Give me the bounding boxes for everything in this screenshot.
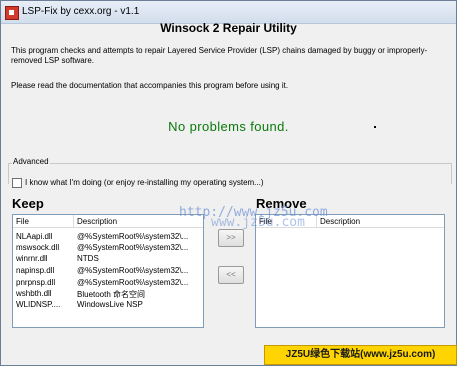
table-row[interactable]: wshbth.dll Bluetooth 命名空间: [13, 288, 203, 299]
row-file: WLIDNSP....: [16, 300, 61, 309]
row-file: winrnr.dll: [16, 254, 48, 263]
keep-heading: Keep: [12, 196, 44, 211]
row-description: NTDS: [77, 254, 99, 263]
column-separator[interactable]: [73, 215, 74, 227]
move-to-remove-button[interactable]: >>: [218, 229, 244, 247]
row-description: @%SystemRoot%\system32\...: [77, 232, 189, 241]
row-description: @%SystemRoot%\system32\...: [77, 278, 189, 287]
advanced-checkbox-label[interactable]: I know what I'm doing (or enjoy re-insta…: [25, 178, 264, 187]
app-icon: [5, 6, 19, 20]
row-file: pnrpnsp.dll: [16, 278, 56, 287]
mouse-cursor: [374, 126, 376, 128]
window-title: LSP-Fix by cexx.org - v1.1: [22, 6, 140, 17]
keep-col-description[interactable]: Description: [77, 217, 117, 226]
advanced-label: Advanced: [12, 157, 50, 166]
keep-list-header: File Description: [13, 215, 203, 228]
row-file: mswsock.dll: [16, 243, 60, 252]
row-description: WindowsLive NSP: [77, 300, 143, 309]
app-description: This program checks and attempts to repa…: [11, 46, 428, 65]
table-row[interactable]: winrnr.dll NTDS: [13, 253, 203, 264]
table-row[interactable]: WLIDNSP.... WindowsLive NSP: [13, 299, 203, 310]
remove-list[interactable]: File Description: [255, 214, 445, 328]
documentation-note: Please read the documentation that accom…: [11, 81, 289, 90]
app-heading: Winsock 2 Repair Utility: [160, 21, 297, 35]
advanced-checkbox[interactable]: [12, 178, 22, 188]
table-row[interactable]: napinsp.dll @%SystemRoot%\system32\...: [13, 265, 203, 276]
keep-col-file[interactable]: File: [16, 217, 29, 226]
lspfix-window: LSP-Fix by cexx.org - v1.1 Winsock 2 Rep…: [0, 0, 457, 366]
keep-list[interactable]: File Description NLAapi.dll @%SystemRoot…: [12, 214, 204, 328]
status-message: No problems found.: [168, 119, 289, 134]
watermark-badge: JZ5U绿色下载站(www.jz5u.com): [264, 345, 457, 365]
watermark-url-2: www.jz5u.com: [211, 215, 305, 230]
row-file: NLAapi.dll: [16, 232, 53, 241]
table-row[interactable]: NLAapi.dll @%SystemRoot%\system32\...: [13, 231, 203, 242]
row-file: napinsp.dll: [16, 266, 55, 275]
table-row[interactable]: pnrpnsp.dll @%SystemRoot%\system32\...: [13, 277, 203, 288]
row-description: @%SystemRoot%\system32\...: [77, 243, 189, 252]
row-file: wshbth.dll: [16, 289, 52, 298]
move-to-keep-button[interactable]: <<: [218, 266, 244, 284]
table-row[interactable]: mswsock.dll @%SystemRoot%\system32\...: [13, 242, 203, 253]
row-description: @%SystemRoot%\system32\...: [77, 266, 189, 275]
